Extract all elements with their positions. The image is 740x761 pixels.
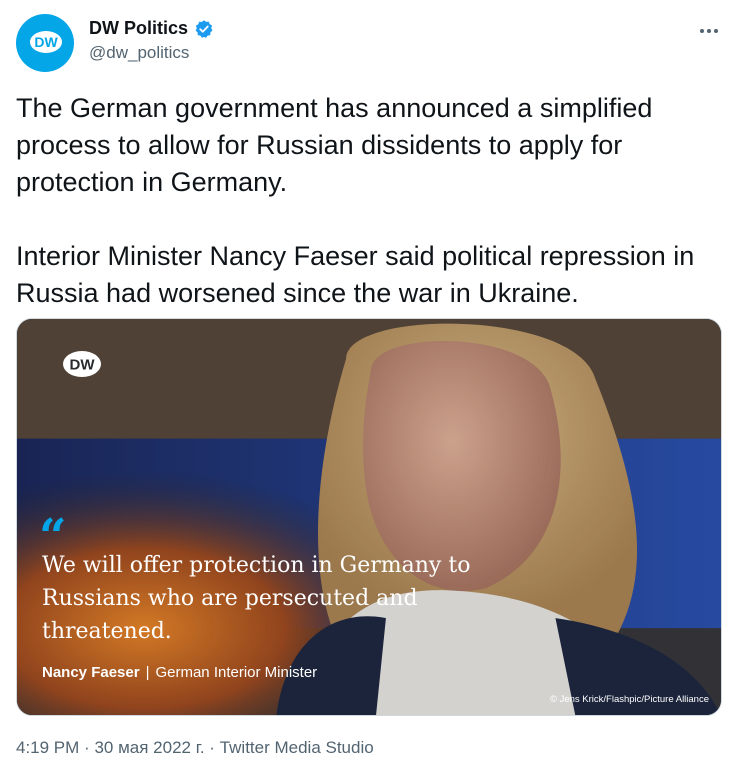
speaker-title: German Interior Minister (155, 664, 318, 681)
dw-logo-text: DW (70, 357, 96, 374)
tweet-time[interactable]: 4:19 PM (16, 738, 79, 757)
display-name[interactable]: DW Politics (89, 18, 188, 39)
name-block: DW Politics @dw_politics (89, 18, 214, 63)
verified-badge-icon (196, 19, 213, 38)
tweet-meta: 4:19 PM · 30 мая 2022 г. · Twitter Media… (16, 738, 374, 758)
speaker-name: Nancy Faeser (42, 664, 140, 681)
svg-text:DW: DW (34, 34, 58, 50)
attribution-separator: | (145, 664, 150, 681)
tweet-text: The German government has announced a si… (16, 93, 695, 308)
tweet-media[interactable]: DW “ We will offer protection in Germany… (16, 318, 722, 716)
meta-separator: · (209, 738, 215, 757)
meta-separator: · (84, 738, 90, 757)
handle[interactable]: @dw_politics (89, 43, 214, 63)
tweet-source[interactable]: Twitter Media Studio (220, 738, 374, 757)
photo-background (17, 319, 721, 715)
tweet-header: DW DW Politics @dw_politics (16, 14, 724, 74)
quote-text: We will offer protection in Germany to R… (42, 553, 471, 644)
dw-logo-icon: DW (63, 351, 101, 377)
tweet-date[interactable]: 30 мая 2022 г. (94, 738, 204, 757)
photo-credit: © Jens Krick/Flashpic/Picture Alliance (549, 694, 709, 705)
attribution: Nancy Faeser | German Interior Minister (42, 664, 317, 681)
more-options-icon[interactable] (698, 20, 720, 42)
dw-logo-icon: DW (30, 31, 62, 53)
avatar[interactable]: DW (16, 14, 74, 72)
